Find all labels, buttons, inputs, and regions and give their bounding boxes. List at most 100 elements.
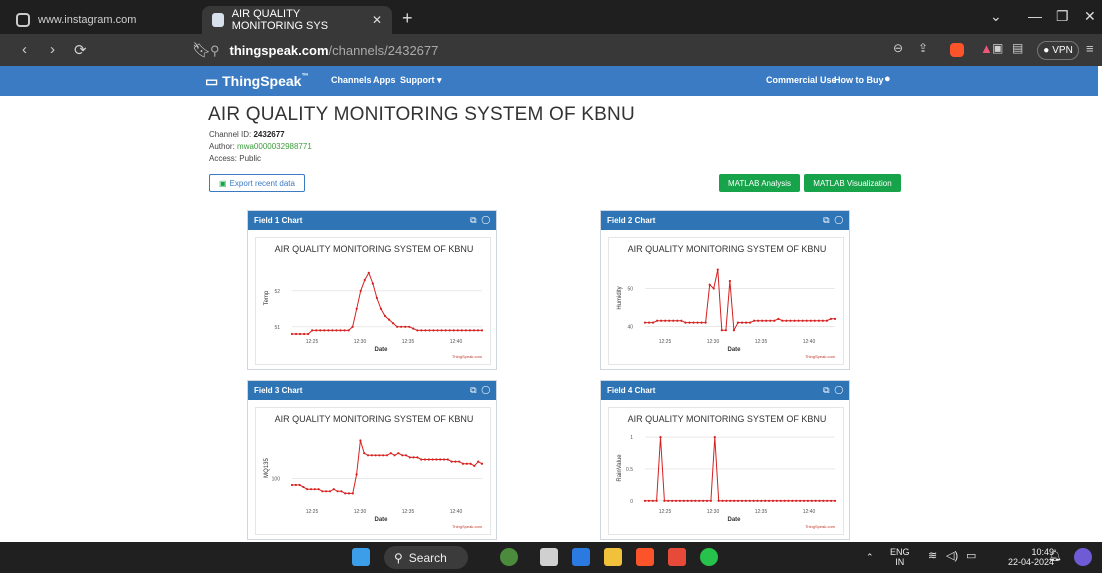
zoom-icon[interactable]: ⊖ xyxy=(893,41,903,55)
thingspeak-logo[interactable]: ▭ ThingSpeak™ xyxy=(205,73,308,90)
open-external-icon[interactable]: ⧉ xyxy=(470,385,476,395)
file-explorer-icon[interactable] xyxy=(604,548,622,566)
comment-icon[interactable]: ◯ xyxy=(482,385,490,395)
data-point xyxy=(724,329,727,332)
data-point xyxy=(740,499,744,502)
data-point xyxy=(416,329,419,332)
share-icon[interactable]: ⇪ xyxy=(918,41,928,55)
search-icon: ⚲ xyxy=(394,550,403,565)
data-point xyxy=(656,319,659,322)
battery-icon[interactable]: ▭ xyxy=(966,551,976,562)
data-point xyxy=(378,454,381,457)
data-point xyxy=(806,499,809,502)
taskbar-search[interactable]: ⚲ Search xyxy=(384,546,468,569)
nav-support[interactable]: Support ▾ xyxy=(400,75,442,86)
open-external-icon[interactable]: ⧉ xyxy=(470,215,476,225)
notification-bell-icon[interactable]: 🔔︎ xyxy=(1048,551,1062,562)
url-domain: thingspeak.com xyxy=(229,43,329,58)
channel-title: AIR QUALITY MONITORING SYSTEM OF KBNU xyxy=(208,104,635,125)
task-view-icon[interactable] xyxy=(540,548,558,566)
nav-apps[interactable]: Apps xyxy=(373,75,396,85)
vpn-status-icon: ● xyxy=(1043,45,1050,56)
export-recent-data-button[interactable]: ▣ Export recent data xyxy=(209,174,305,192)
nav-how-to-buy[interactable]: How to Buy xyxy=(834,75,884,85)
tray-overflow-icon[interactable]: ⌃ xyxy=(866,552,874,562)
menu-icon[interactable]: ≡ xyxy=(1086,41,1094,56)
chart-credit: ThingSpeak.com xyxy=(805,524,836,529)
channel-access: Access: Public xyxy=(209,154,262,163)
comment-icon[interactable]: ◯ xyxy=(482,215,490,225)
data-point xyxy=(382,454,385,457)
brave-shields-icon[interactable] xyxy=(950,43,964,57)
y-tick-label: 52 xyxy=(274,289,280,295)
volume-icon[interactable]: ◁) xyxy=(946,551,958,562)
matlab-analysis-button[interactable]: MATLAB Analysis xyxy=(719,174,800,192)
open-external-icon[interactable]: ⧉ xyxy=(823,385,829,395)
data-point xyxy=(761,319,764,322)
instagram-icon xyxy=(16,13,30,27)
close-tab-icon[interactable]: ✕ xyxy=(372,13,382,27)
data-point xyxy=(720,329,723,332)
data-point xyxy=(801,319,804,322)
address-bar[interactable]: ⚲ thingspeak.com /channels/2432677 xyxy=(210,39,950,62)
chart-area: AIR QUALITY MONITORING SYSTEM OF KBNU 51… xyxy=(255,237,491,365)
data-point xyxy=(779,499,782,502)
data-point xyxy=(383,314,387,318)
chat-logo-icon: ▭ xyxy=(205,73,219,89)
x-tick-label: 12:35 xyxy=(755,339,768,345)
nav-channels[interactable]: Channels xyxy=(331,75,372,85)
widgets-icon[interactable] xyxy=(500,548,518,566)
close-window-icon[interactable]: ✕ xyxy=(1084,8,1096,25)
whatsapp-icon[interactable] xyxy=(700,548,718,566)
data-point xyxy=(721,499,724,502)
user-account-icon[interactable]: ● xyxy=(884,73,891,85)
data-point xyxy=(416,456,419,459)
back-icon[interactable]: ‹ xyxy=(22,41,27,58)
tab-instagram[interactable]: www.instagram.com xyxy=(6,6,196,34)
forward-icon[interactable]: › xyxy=(50,41,55,58)
windows-start-icon[interactable] xyxy=(352,548,370,566)
store-icon[interactable] xyxy=(572,548,590,566)
url-path: /channels/2432677 xyxy=(328,43,439,58)
data-point xyxy=(813,319,816,322)
data-point xyxy=(680,319,683,322)
open-external-icon[interactable]: ⧉ xyxy=(823,215,829,225)
data-point xyxy=(704,321,707,324)
sidebar-icon[interactable]: ▣ xyxy=(992,41,1003,55)
data-point xyxy=(359,439,362,442)
copilot-icon[interactable] xyxy=(1074,548,1092,566)
panel-header: Field 2 Chart ⧉ ◯ xyxy=(601,211,849,230)
y-axis-label: Temp xyxy=(264,290,270,305)
site-info-icon[interactable]: ⚲ xyxy=(210,43,220,59)
data-point xyxy=(688,321,691,324)
brave-rewards-icon[interactable]: ▲ xyxy=(980,41,993,56)
data-point xyxy=(660,319,663,322)
wifi-icon[interactable]: ≋ xyxy=(928,551,937,562)
data-point xyxy=(397,452,400,455)
data-point xyxy=(473,464,476,467)
reload-icon[interactable]: ⟳ xyxy=(74,41,87,59)
comment-icon[interactable]: ◯ xyxy=(835,385,843,395)
data-point xyxy=(420,329,423,332)
minimize-icon[interactable]: — xyxy=(1028,8,1042,24)
data-point xyxy=(298,483,301,487)
author-link[interactable]: mwa0000032988771 xyxy=(237,142,312,151)
brave-browser-icon[interactable] xyxy=(636,548,654,566)
bookmark-icon[interactable]: 🔖︎ xyxy=(192,41,211,59)
comment-icon[interactable]: ◯ xyxy=(835,215,843,225)
restore-icon[interactable]: ❐ xyxy=(1056,8,1069,25)
new-tab-icon[interactable]: + xyxy=(402,8,413,29)
y-tick-label: 50 xyxy=(627,287,633,293)
data-point xyxy=(440,329,443,332)
tab-thingspeak[interactable]: AIR QUALITY MONITORING SYS ✕ xyxy=(202,6,392,34)
office-icon[interactable] xyxy=(668,548,686,566)
vpn-button[interactable]: ● VPN xyxy=(1037,41,1079,60)
matlab-visualization-button[interactable]: MATLAB Visualization xyxy=(804,174,901,192)
language-indicator[interactable]: ENG IN xyxy=(890,547,910,567)
data-point xyxy=(736,499,740,502)
tab-list-icon[interactable]: ⌄ xyxy=(990,8,1002,25)
data-point xyxy=(404,325,407,328)
wallet-icon[interactable]: ▤ xyxy=(1012,41,1023,55)
nav-commercial-use[interactable]: Commercial Use xyxy=(766,75,837,85)
data-point xyxy=(716,268,719,271)
